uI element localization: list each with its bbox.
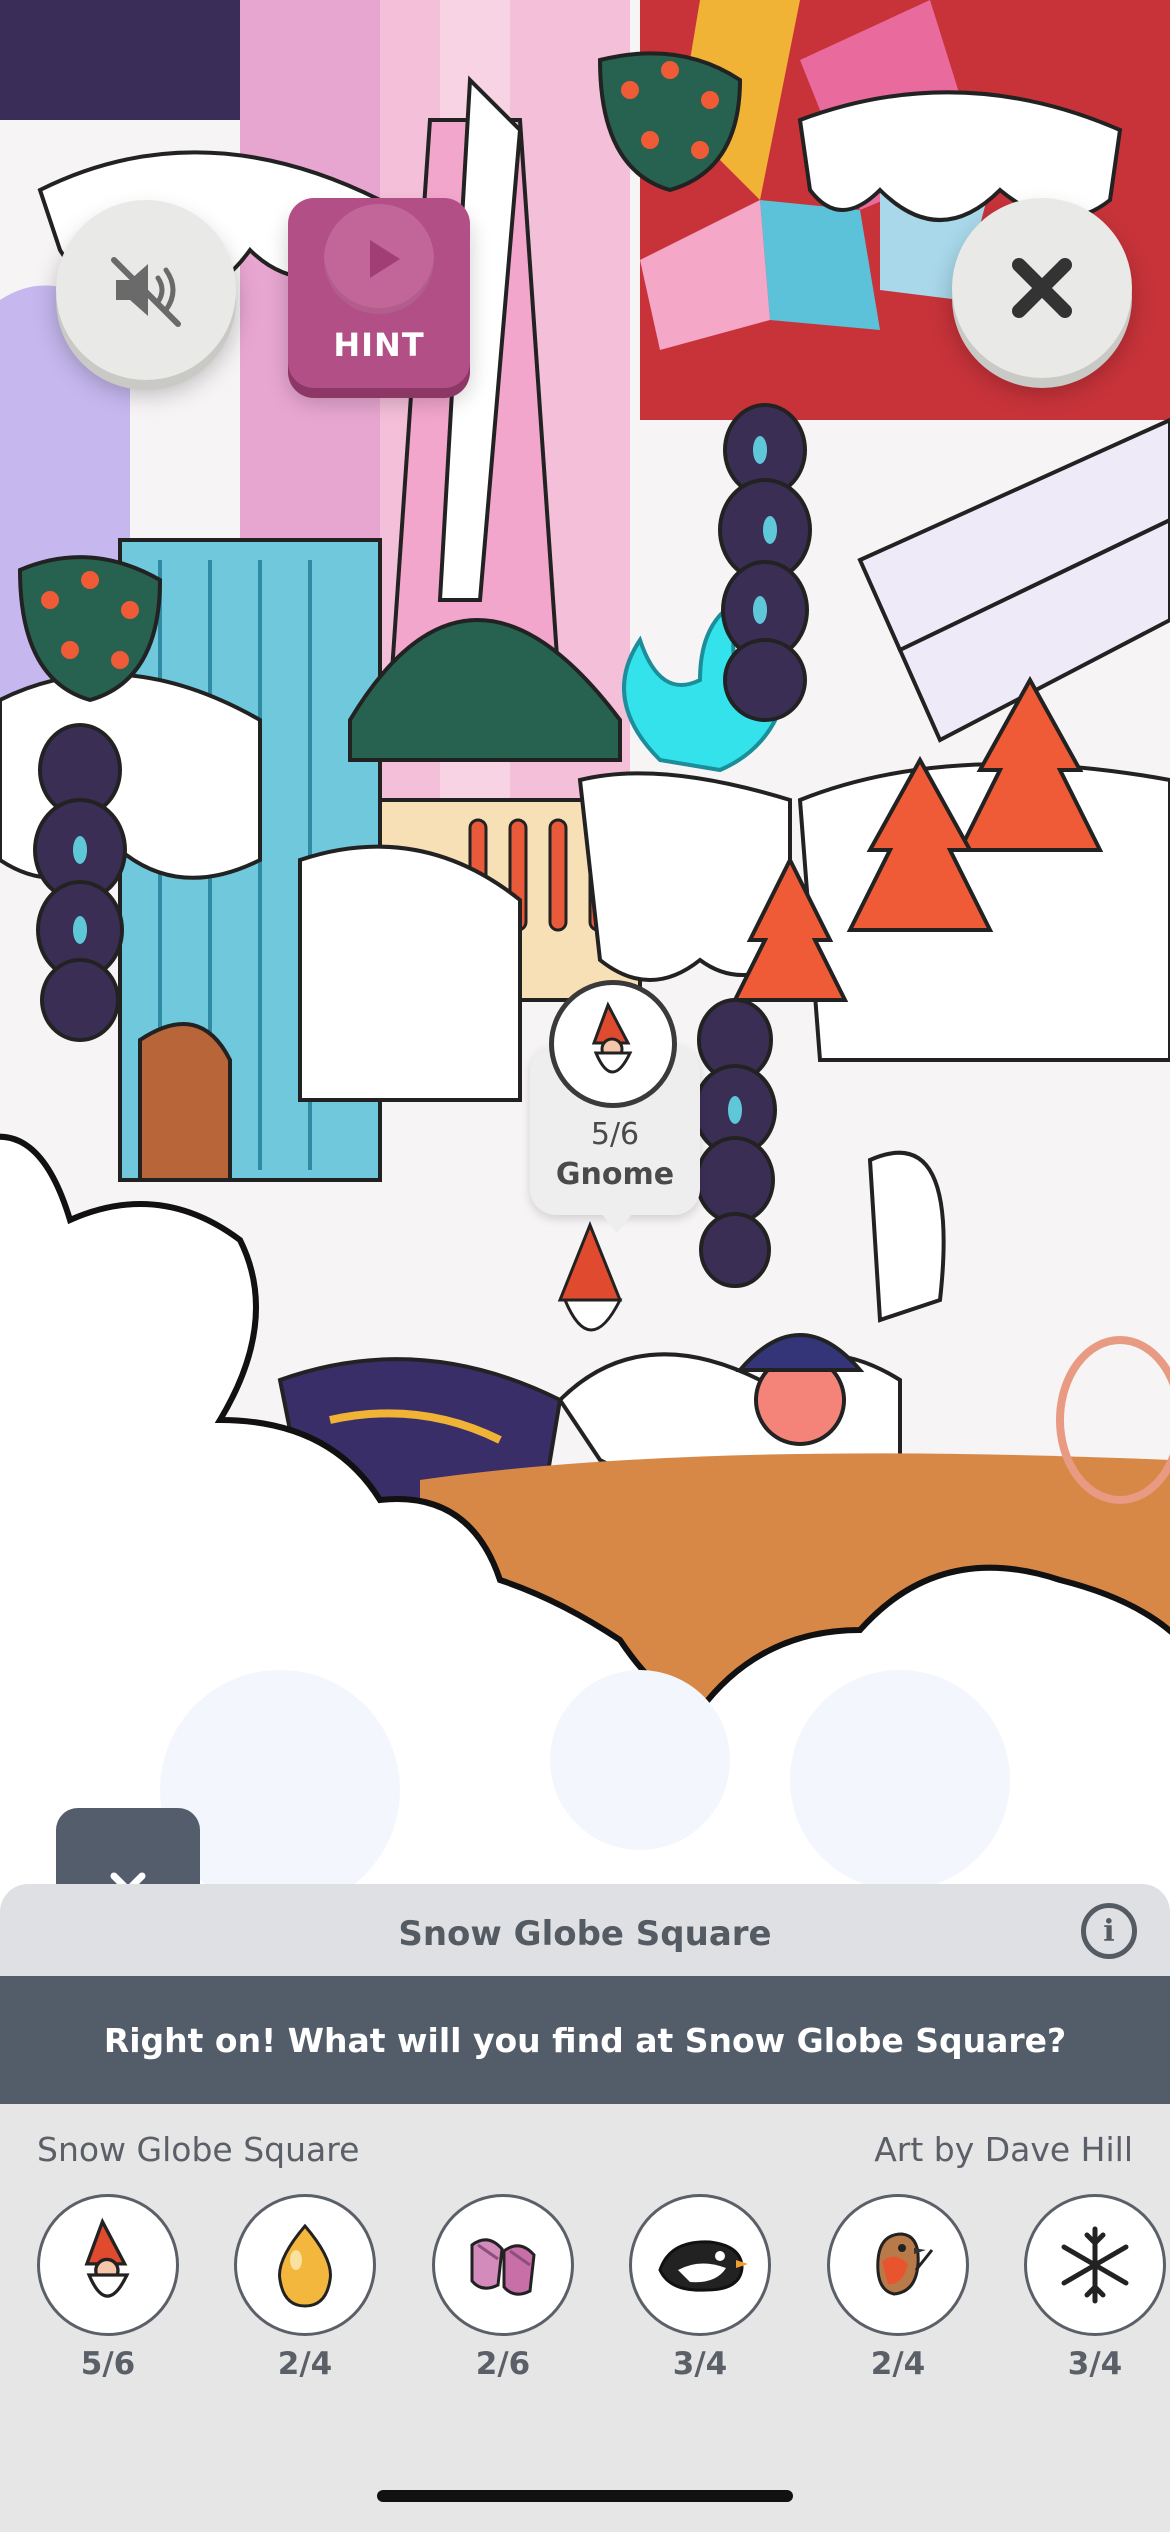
egg-icon bbox=[234, 2194, 376, 2336]
hint-label: HINT bbox=[333, 326, 425, 364]
info-icon: i bbox=[1103, 1913, 1115, 1949]
item-gnome[interactable]: 5/6 bbox=[37, 2194, 179, 2382]
item-count: 5/6 bbox=[80, 2346, 136, 2382]
found-item-name: Gnome bbox=[555, 1157, 675, 1192]
panel-header: Snow Globe Square i bbox=[0, 1884, 1170, 1976]
gnome-icon bbox=[549, 980, 677, 1108]
items-tray: Snow Globe Square Art by Dave Hill 5/6 2… bbox=[0, 2104, 1170, 2532]
gnome-icon bbox=[37, 2194, 179, 2336]
speaker-muted-icon bbox=[111, 257, 181, 327]
close-button[interactable] bbox=[952, 198, 1132, 378]
item-count: 2/4 bbox=[870, 2346, 926, 2382]
mute-button[interactable] bbox=[56, 200, 236, 380]
item-count: 2/4 bbox=[277, 2346, 333, 2382]
hint-button[interactable]: HINT bbox=[288, 198, 470, 388]
play-icon bbox=[324, 204, 434, 314]
message-banner: Right on! What will you find at Snow Glo… bbox=[0, 1976, 1170, 2104]
art-credit: Art by Dave Hill bbox=[874, 2130, 1133, 2169]
location-name: Snow Globe Square bbox=[37, 2130, 360, 2169]
close-icon bbox=[1012, 258, 1072, 318]
item-penguin[interactable]: 3/4 bbox=[629, 2194, 771, 2382]
banner-message: Right on! What will you find at Snow Glo… bbox=[103, 2020, 1067, 2060]
panel-title: Snow Globe Square bbox=[398, 1914, 772, 1954]
item-count: 2/6 bbox=[475, 2346, 531, 2382]
penguin-icon bbox=[629, 2194, 771, 2336]
item-robin[interactable]: 2/4 bbox=[827, 2194, 969, 2382]
robin-icon bbox=[827, 2194, 969, 2336]
home-indicator bbox=[377, 2490, 793, 2502]
found-item-progress: 5/6 bbox=[590, 1117, 640, 1152]
info-button[interactable]: i bbox=[1081, 1903, 1137, 1959]
item-count: 3/4 bbox=[672, 2346, 728, 2382]
item-mittens[interactable]: 2/6 bbox=[432, 2194, 574, 2382]
mittens-icon bbox=[432, 2194, 574, 2336]
item-egg[interactable]: 2/4 bbox=[234, 2194, 376, 2382]
item-count: 3/4 bbox=[1067, 2346, 1123, 2382]
item-snowflake[interactable]: 3/4 bbox=[1024, 2194, 1166, 2382]
snowflake-icon bbox=[1024, 2194, 1166, 2336]
